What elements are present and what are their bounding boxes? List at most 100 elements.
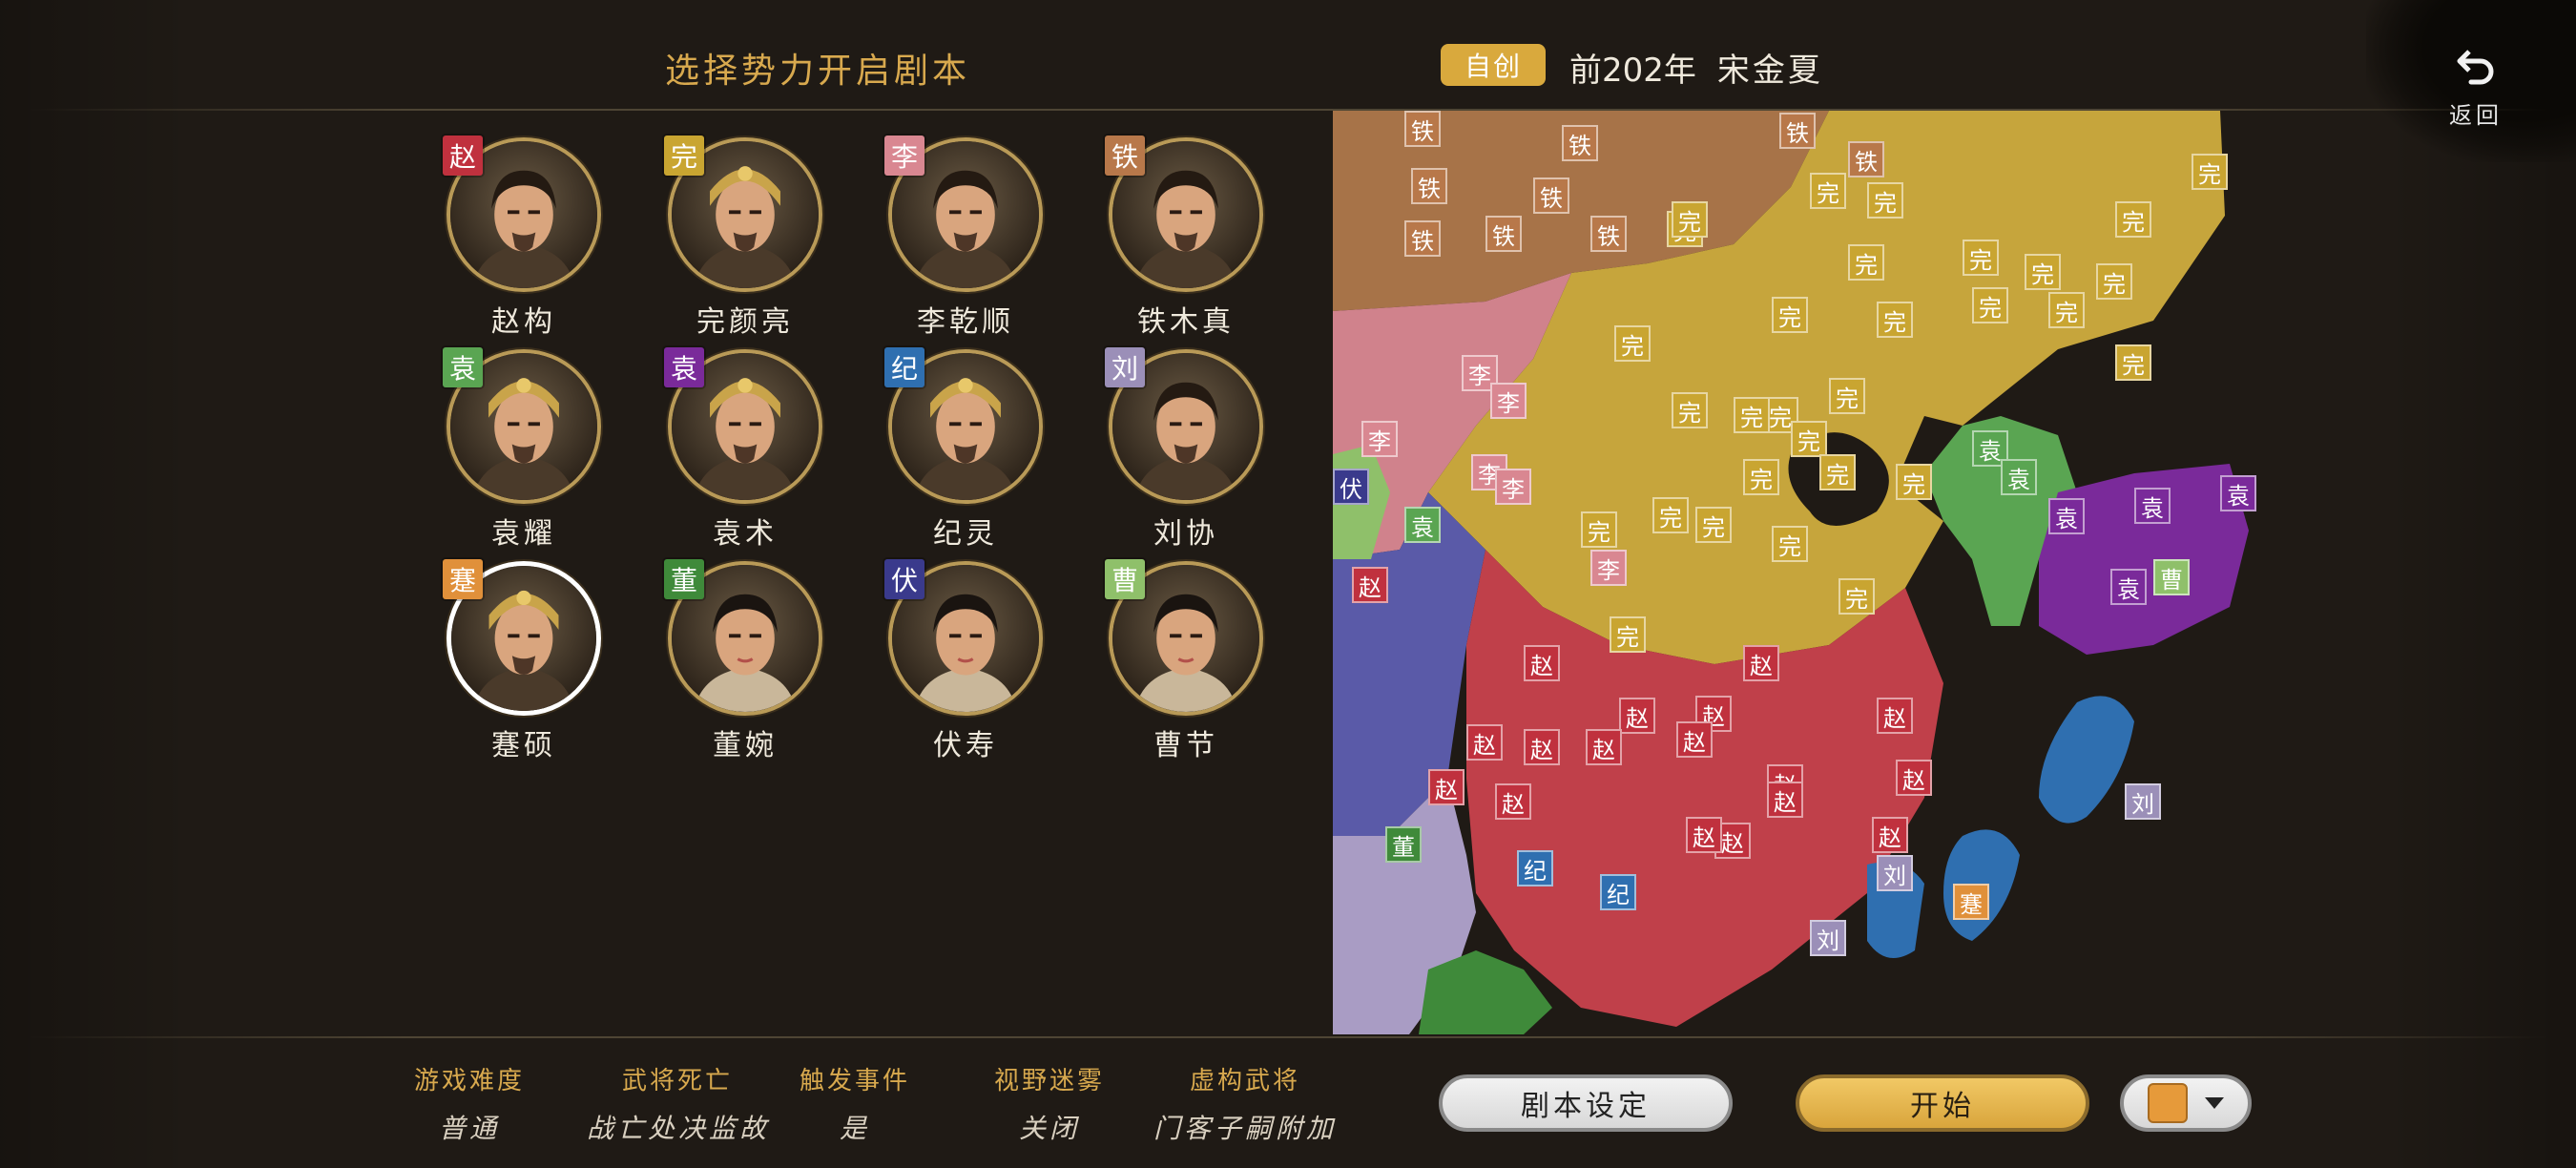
- map-marker[interactable]: 铁: [1411, 168, 1447, 204]
- map-marker[interactable]: 完: [1672, 392, 1708, 428]
- map-marker[interactable]: 完: [1867, 182, 1903, 219]
- map-marker[interactable]: 完: [1963, 240, 1999, 276]
- character-card-temujin[interactable]: 铁 铁木真: [1095, 136, 1277, 347]
- map-marker[interactable]: 伏: [1333, 469, 1369, 505]
- map-marker[interactable]: 完: [1610, 616, 1646, 653]
- character-card-zhao-gou[interactable]: 赵 赵构: [433, 136, 614, 347]
- map-marker[interactable]: 赵: [1352, 567, 1388, 603]
- map-marker[interactable]: 铁: [1848, 141, 1884, 177]
- map-marker[interactable]: 铁: [1533, 177, 1569, 214]
- option-trigger-events[interactable]: 触发事件 是: [788, 1061, 922, 1146]
- map-marker[interactable]: 完: [1896, 464, 1932, 500]
- character-name: 李乾顺: [917, 305, 1014, 339]
- map-marker[interactable]: 完: [2192, 154, 2228, 190]
- map-marker[interactable]: 铁: [1590, 216, 1627, 252]
- map-marker[interactable]: 刘: [2125, 783, 2161, 820]
- start-button[interactable]: 开始: [1796, 1074, 2089, 1132]
- map-marker[interactable]: 赵: [1743, 645, 1779, 681]
- option-fictional-generals[interactable]: 虚构武将 门客子嗣附加: [1131, 1061, 1360, 1146]
- footer-divider: [29, 1036, 2547, 1038]
- map-marker[interactable]: 铁: [1562, 125, 1598, 161]
- map-marker[interactable]: 董: [1385, 826, 1422, 863]
- map-marker[interactable]: 铁: [1404, 220, 1441, 257]
- map-marker[interactable]: 完: [2096, 263, 2132, 300]
- map-marker[interactable]: 赵: [1524, 729, 1560, 765]
- map-marker[interactable]: 赵: [1466, 724, 1503, 761]
- map-marker[interactable]: 完: [1877, 302, 1913, 338]
- map-marker[interactable]: 赵: [1524, 645, 1560, 681]
- map-marker[interactable]: 完: [1695, 507, 1732, 543]
- option-general-death[interactable]: 武将死亡 战亡处决监故: [587, 1061, 768, 1146]
- map-marker[interactable]: 赵: [1877, 698, 1913, 734]
- map-marker[interactable]: 赵: [1767, 782, 1803, 818]
- option-value: 关闭: [1018, 1113, 1080, 1144]
- map-marker[interactable]: 袁: [1404, 507, 1441, 543]
- map-marker[interactable]: 完: [1581, 511, 1617, 548]
- map-marker[interactable]: 完: [1772, 526, 1808, 562]
- map-marker[interactable]: 完: [1734, 397, 1770, 433]
- map-marker[interactable]: 李: [1495, 469, 1531, 505]
- character-card-fu-shou[interactable]: 伏 伏寿: [875, 559, 1056, 771]
- map-marker[interactable]: 完: [1839, 578, 1875, 615]
- option-fog-of-war[interactable]: 视野迷雾 关闭: [983, 1061, 1116, 1146]
- character-card-cao-jie[interactable]: 曹 曹节: [1095, 559, 1277, 771]
- character-card-jian-shuo[interactable]: 蹇 蹇硕: [433, 559, 614, 771]
- map-marker[interactable]: 完: [1810, 173, 1846, 209]
- map-marker[interactable]: 完: [1743, 459, 1779, 495]
- character-card-wanyan-liang[interactable]: 完 完颜亮: [654, 136, 836, 347]
- map-marker[interactable]: 赵: [1495, 783, 1531, 820]
- map-marker[interactable]: 刘: [1810, 920, 1846, 956]
- character-card-dong-wan[interactable]: 董 董婉: [654, 559, 836, 771]
- map-marker[interactable]: 赵: [1686, 817, 1722, 853]
- map-marker[interactable]: 袁: [2048, 498, 2085, 534]
- map-marker[interactable]: 赵: [1872, 817, 1908, 853]
- character-card-ji-ling[interactable]: 纪 纪灵: [875, 347, 1056, 559]
- map-marker[interactable]: 完: [1819, 454, 1856, 490]
- map-marker[interactable]: 赵: [1428, 769, 1465, 805]
- map-marker[interactable]: 完: [1972, 287, 2008, 323]
- map-marker[interactable]: 完: [2115, 201, 2151, 238]
- map-marker[interactable]: 完: [2115, 344, 2151, 381]
- map-marker[interactable]: 赵: [1619, 698, 1655, 734]
- map-marker[interactable]: 铁: [1404, 111, 1441, 147]
- map-marker[interactable]: 刘: [1877, 855, 1913, 891]
- character-card-yuan-shu[interactable]: 袁 袁术: [654, 347, 836, 559]
- option-label: 武将死亡: [621, 1067, 733, 1095]
- faction-tag: 袁: [443, 347, 483, 387]
- territory-map[interactable]: 铁铁铁铁铁铁铁铁铁完完完完完完完完完完完完完完完完完完完完完完完完完完完完完完李…: [1333, 111, 2256, 1034]
- map-marker[interactable]: 赵: [1676, 721, 1713, 758]
- map-marker[interactable]: 铁: [1485, 216, 1522, 252]
- map-marker[interactable]: 完: [1829, 378, 1865, 414]
- map-marker[interactable]: 赵: [1586, 729, 1622, 765]
- map-marker[interactable]: 李: [1490, 383, 1527, 419]
- map-marker[interactable]: 袁: [2110, 569, 2147, 605]
- character-name: 铁木真: [1137, 305, 1235, 339]
- map-marker[interactable]: 纪: [1517, 850, 1553, 886]
- map-marker[interactable]: 完: [2025, 254, 2061, 290]
- map-marker[interactable]: 纪: [1600, 874, 1636, 910]
- map-marker[interactable]: 完: [2048, 292, 2085, 328]
- map-marker[interactable]: 袁: [2134, 488, 2171, 524]
- map-marker[interactable]: 铁: [1779, 113, 1816, 149]
- map-marker[interactable]: 赵: [1896, 760, 1932, 796]
- map-marker[interactable]: 完: [1614, 325, 1651, 362]
- scenario-settings-button[interactable]: 剧本设定: [1439, 1074, 1733, 1132]
- back-button[interactable]: 返回: [2438, 46, 2514, 130]
- map-marker[interactable]: 完: [1772, 297, 1808, 333]
- map-marker[interactable]: 完: [1672, 201, 1708, 238]
- map-marker[interactable]: 曹: [2153, 559, 2190, 595]
- option-difficulty[interactable]: 游戏难度 普通: [403, 1061, 536, 1146]
- character-card-yuan-yao[interactable]: 袁 袁耀: [433, 347, 614, 559]
- map-marker[interactable]: 李: [1361, 421, 1398, 457]
- character-name: 袁耀: [491, 517, 556, 551]
- character-card-liu-xie[interactable]: 刘 刘协: [1095, 347, 1277, 559]
- map-marker[interactable]: 袁: [2220, 475, 2256, 511]
- map-marker[interactable]: 完: [1848, 244, 1884, 281]
- map-marker[interactable]: 袁: [2001, 459, 2037, 495]
- map-marker[interactable]: 蹇: [1953, 884, 1989, 920]
- map-marker[interactable]: 完: [1652, 497, 1689, 533]
- faction-color-dropdown[interactable]: [2120, 1074, 2252, 1132]
- map-marker[interactable]: 完: [1791, 421, 1827, 457]
- character-card-li-qianshun[interactable]: 李 李乾顺: [875, 136, 1056, 347]
- map-marker[interactable]: 李: [1590, 550, 1627, 586]
